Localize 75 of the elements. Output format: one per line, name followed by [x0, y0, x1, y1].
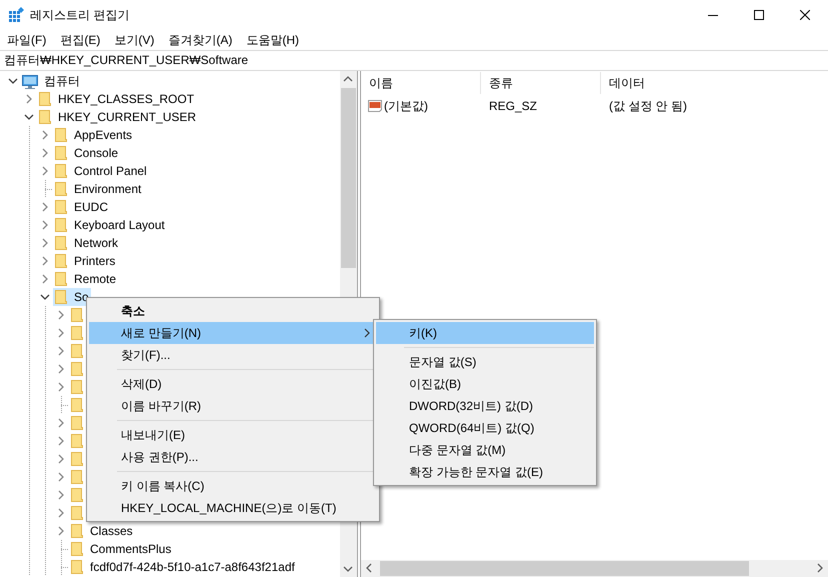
chevron-right-icon	[363, 328, 371, 338]
menu-item[interactable]: 즐겨찾기(A)	[162, 30, 238, 50]
table-cell: (기본값)	[384, 98, 428, 114]
folder-icon	[69, 541, 85, 557]
folder-icon	[37, 91, 53, 107]
column-header[interactable]: 데이터	[601, 72, 828, 94]
folder-icon	[53, 199, 69, 215]
tree-item[interactable]: HKEY_CURRENT_USER	[37, 108, 198, 126]
computer-icon	[21, 73, 39, 89]
menu-item[interactable]: 다중 문자열 값(M)	[376, 439, 594, 461]
folder-icon	[53, 217, 69, 233]
folder-icon	[69, 325, 85, 341]
tree-item[interactable]: Control Panel	[53, 162, 149, 180]
scrollbar[interactable]	[361, 560, 828, 577]
table-cell-text: (값 설정 안 됨)	[608, 98, 688, 114]
column-header[interactable]: 종류	[481, 72, 601, 94]
column-header[interactable]: 이름	[361, 72, 481, 94]
folder-icon	[53, 163, 69, 179]
folder-icon	[53, 181, 69, 197]
close-icon[interactable]	[800, 10, 810, 20]
menu-item[interactable]: 축소	[89, 300, 377, 322]
folder-icon	[69, 523, 85, 539]
tree-item[interactable]: EUDC	[53, 198, 110, 216]
menu-item[interactable]: DWORD(32비트) 값(D)	[376, 395, 594, 417]
menu-item[interactable]: 파일(F)	[1, 30, 52, 50]
tree-item[interactable]: AppEvents	[53, 126, 134, 144]
folder-icon	[69, 433, 85, 449]
menu-item[interactable]: 삭제(D)	[89, 373, 377, 395]
table-cell-text: REG_SZ	[488, 99, 538, 113]
tree-item[interactable]: Keyboard Layout	[53, 216, 167, 234]
menu-item[interactable]: 내보내기(E)	[89, 424, 377, 446]
menu-item[interactable]: 편집(E)	[54, 30, 106, 50]
menu-item[interactable]: 이진값(B)	[376, 373, 594, 395]
folder-icon	[53, 145, 69, 161]
tree-item[interactable]: Printers	[53, 252, 118, 270]
menu-item[interactable]: 키(K)	[376, 322, 594, 344]
menu-item[interactable]: 이름 바꾸기(R)	[89, 395, 377, 417]
menu-item[interactable]: 찾기(F)...	[89, 344, 377, 366]
folder-icon	[69, 379, 85, 395]
app-icon	[8, 7, 24, 23]
menu-item[interactable]: 사용 권한(P)...	[89, 446, 377, 468]
menu-item[interactable]: 문자열 값(S)	[376, 351, 594, 373]
tree-item[interactable]: CommentsPlus	[69, 540, 174, 558]
folder-icon	[69, 451, 85, 467]
tree-item[interactable]: 컴퓨터	[21, 72, 82, 90]
folder-icon	[69, 559, 85, 575]
window-title: 레지스트리 편집기	[30, 6, 130, 24]
scroll-thumb[interactable]	[341, 88, 356, 268]
folder-icon	[53, 127, 69, 143]
tree-item[interactable]: Remote	[53, 270, 118, 288]
folder-icon	[69, 343, 85, 359]
menu-item[interactable]: 보기(V)	[108, 30, 160, 50]
menu-item[interactable]: HKEY_LOCAL_MACHINE(으)로 이동(T)	[89, 497, 377, 519]
menu-item[interactable]: 도움말(H)	[240, 30, 305, 50]
tree-item[interactable]: Network	[53, 234, 120, 252]
scroll-thumb[interactable]	[380, 561, 749, 576]
menu-item[interactable]: 확장 가능한 문자열 값(E)	[376, 461, 594, 483]
document-icon	[367, 98, 383, 114]
tree-item[interactable]: HKEY_CLASSES_ROOT	[37, 90, 196, 108]
folder-icon	[69, 469, 85, 485]
folder-icon	[53, 253, 69, 269]
folder-icon	[69, 505, 85, 521]
folder-icon	[53, 235, 69, 251]
folder-icon	[69, 361, 85, 377]
folder-icon	[69, 397, 85, 413]
folder-icon	[69, 487, 85, 503]
menu-item[interactable]: QWORD(64비트) 값(Q)	[376, 417, 594, 439]
folder-icon	[69, 415, 85, 431]
address-field[interactable]: 컴퓨터₩HKEY_CURRENT_USER₩Software	[0, 50, 828, 71]
menu-item[interactable]: 키 이름 복사(C)	[89, 475, 377, 497]
maximize-icon[interactable]	[754, 10, 764, 20]
tree-item[interactable]: fcdf0d7f-424b-5f10-a1c7-a8f643f21adf	[69, 558, 297, 576]
tree-item[interactable]: Classes	[69, 522, 135, 540]
tree-item[interactable]: Console	[53, 144, 120, 162]
tree-item[interactable]: Environment	[53, 180, 144, 198]
